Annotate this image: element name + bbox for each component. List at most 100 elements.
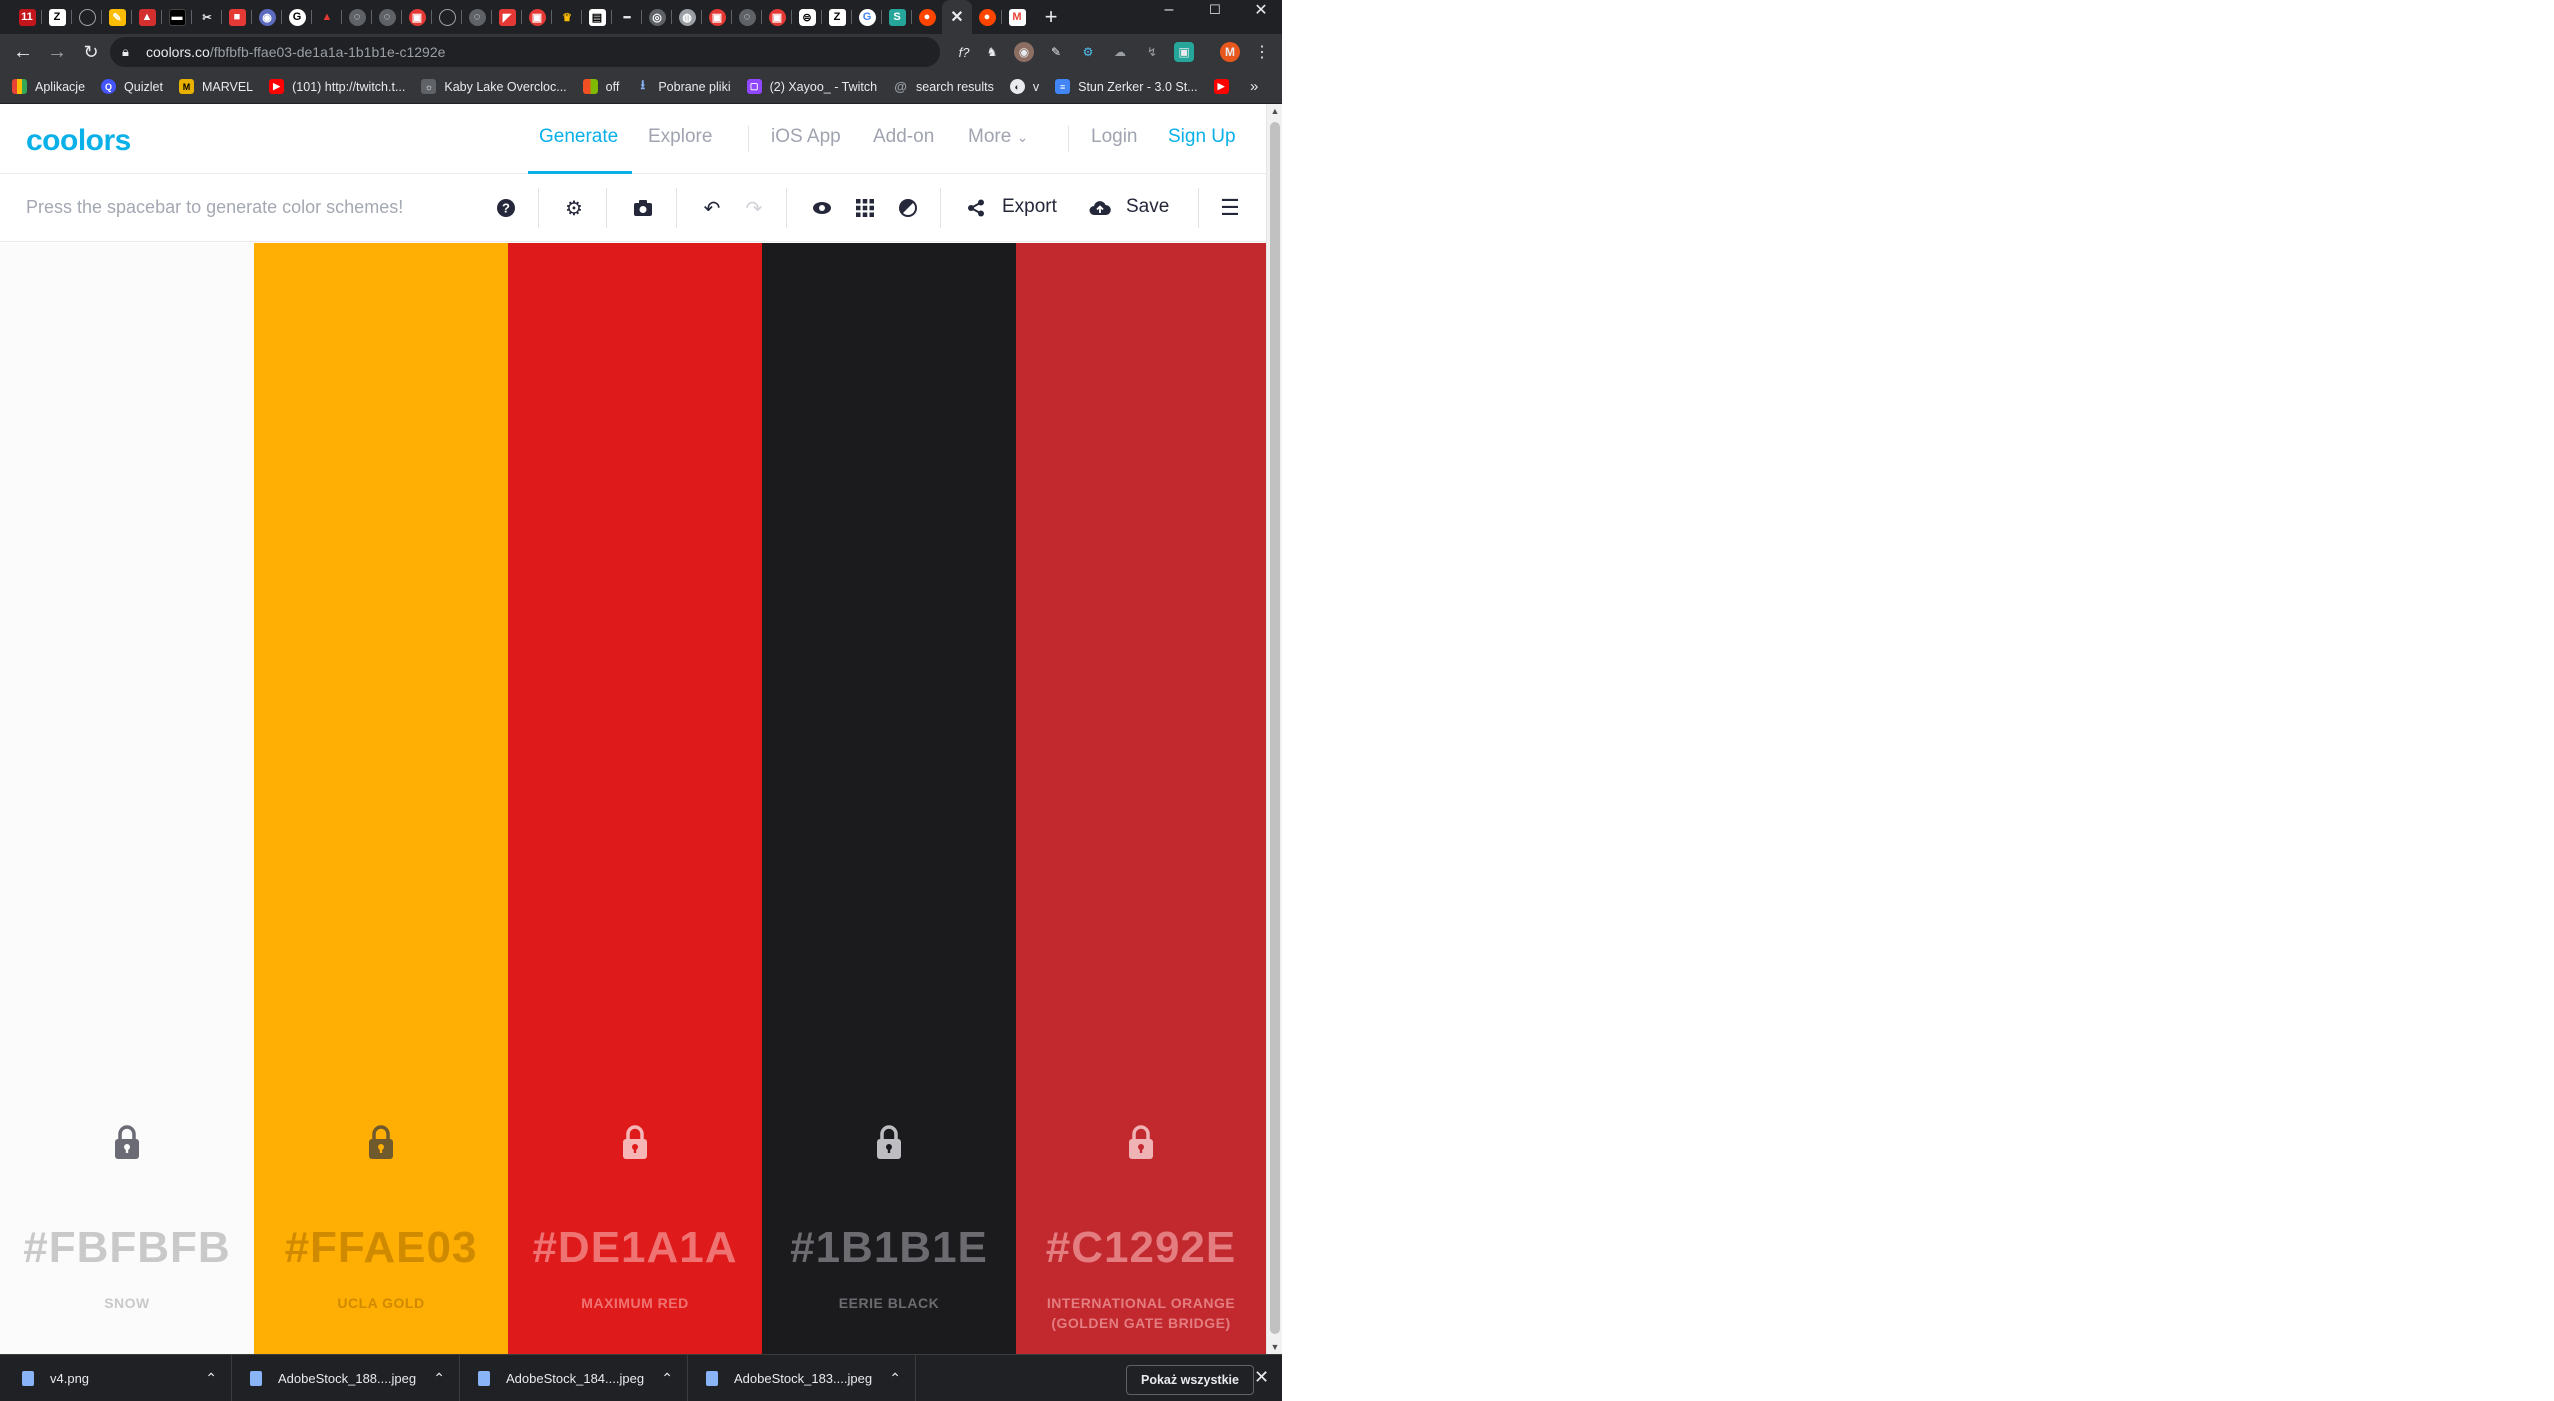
undo-icon[interactable]: ↶ bbox=[698, 194, 726, 222]
cloud-upload-icon[interactable] bbox=[1086, 194, 1114, 222]
close-window-icon[interactable]: ✕ bbox=[1238, 0, 1282, 20]
view-icon[interactable] bbox=[808, 194, 836, 222]
nav-generate[interactable]: Generate bbox=[539, 126, 618, 148]
bookmark-item[interactable]: ☼ Kaby Lake Overcloc... bbox=[421, 79, 567, 94]
download-item[interactable]: AdobeStock_184....jpeg ⌃ bbox=[460, 1355, 688, 1401]
new-tab-button[interactable]: + bbox=[1036, 0, 1066, 34]
browser-menu-icon[interactable]: ⋮ bbox=[1252, 42, 1272, 62]
extension-icon[interactable]: ✎ bbox=[1046, 42, 1066, 62]
login-link[interactable]: Login bbox=[1091, 126, 1138, 148]
bookmark-item[interactable]: ⭳ Pobrane pliki bbox=[635, 77, 731, 94]
bookmark-item[interactable]: Aplikacje bbox=[12, 79, 85, 94]
chevron-up-icon[interactable]: ⌃ bbox=[661, 1370, 673, 1387]
browser-tab[interactable]: ◌ bbox=[732, 0, 762, 34]
nav-ios-app[interactable]: iOS App bbox=[771, 126, 841, 148]
browser-tab[interactable]: S bbox=[882, 0, 912, 34]
settings-icon[interactable]: ⚙ bbox=[560, 194, 588, 222]
download-item[interactable]: AdobeStock_183....jpeg ⌃ bbox=[688, 1355, 916, 1401]
back-icon[interactable]: ← bbox=[6, 35, 40, 69]
chevron-up-icon[interactable]: ⌃ bbox=[433, 1370, 445, 1387]
browser-tab[interactable]: ✂ bbox=[192, 0, 222, 34]
hex-code[interactable]: #DE1A1A bbox=[508, 1223, 762, 1273]
browser-tab[interactable]: ■ bbox=[222, 0, 252, 34]
bookmark-item[interactable]: Q Quizlet bbox=[101, 79, 163, 94]
browser-tab[interactable]: ▣ bbox=[762, 0, 792, 34]
share-icon[interactable] bbox=[962, 194, 990, 222]
browser-tab[interactable]: ◉ bbox=[252, 0, 282, 34]
maximize-icon[interactable]: ☐ bbox=[1192, 0, 1238, 20]
bookmark-item[interactable]: @ search results bbox=[893, 79, 994, 94]
extension-icon[interactable]: ☁ bbox=[1110, 42, 1130, 62]
browser-tab[interactable]: ▣ bbox=[702, 0, 732, 34]
redo-icon[interactable]: ↷ bbox=[740, 194, 768, 222]
color-swatch[interactable]: #1B1B1E EERIE BLACK bbox=[762, 243, 1016, 1354]
browser-tab[interactable]: G bbox=[282, 0, 312, 34]
lock-icon[interactable] bbox=[111, 1123, 143, 1161]
hex-code[interactable]: #FFAE03 bbox=[254, 1223, 508, 1273]
color-swatch[interactable]: #C1292E INTERNATIONAL ORANGE (GOLDEN GATE… bbox=[1016, 243, 1266, 1354]
browser-tab[interactable]: ▬ bbox=[162, 0, 192, 34]
bookmark-item[interactable]: ▶ (101) http://twitch.t... bbox=[269, 79, 405, 94]
color-name[interactable]: EERIE BLACK bbox=[782, 1293, 996, 1313]
browser-tab[interactable]: ♛ bbox=[552, 0, 582, 34]
color-name[interactable]: SNOW bbox=[20, 1293, 234, 1313]
browser-tab[interactable]: ◌ bbox=[342, 0, 372, 34]
camera-icon[interactable] bbox=[629, 194, 657, 222]
signup-link[interactable]: Sign Up bbox=[1168, 126, 1236, 148]
color-name[interactable]: MAXIMUM RED bbox=[528, 1293, 742, 1313]
lock-icon[interactable] bbox=[1125, 1123, 1157, 1161]
help-icon[interactable]: ? bbox=[492, 194, 520, 222]
close-download-bar-icon[interactable]: ✕ bbox=[1254, 1367, 1269, 1388]
browser-tab[interactable]: ▲ bbox=[312, 0, 342, 34]
hex-code[interactable]: #C1292E bbox=[1016, 1223, 1266, 1273]
browser-tab[interactable]: ◎ bbox=[642, 0, 672, 34]
bookmark-item[interactable]: M MARVEL bbox=[178, 79, 253, 94]
browser-tab[interactable] bbox=[432, 0, 462, 34]
download-item[interactable]: v4.png ⌃ bbox=[0, 1355, 232, 1401]
page-scrollbar[interactable]: ▲ ▼ bbox=[1266, 104, 1282, 1354]
address-bar[interactable]: 🔒︎ coolors.co/fbfbfb-ffae03-de1a1a-1b1b1… bbox=[110, 37, 1034, 67]
browser-tab[interactable]: M bbox=[1002, 0, 1032, 34]
color-swatch[interactable]: #FBFBFB SNOW bbox=[0, 243, 254, 1354]
extension-icon[interactable]: ↯ bbox=[1142, 42, 1162, 62]
coolors-logo[interactable]: coolors bbox=[26, 124, 131, 158]
lock-icon[interactable] bbox=[365, 1123, 397, 1161]
bookmark-item[interactable]: ▶ bbox=[1213, 79, 1237, 94]
extension-icon[interactable]: ▣ bbox=[1174, 42, 1194, 62]
scroll-down-icon[interactable]: ▼ bbox=[1270, 1342, 1280, 1352]
browser-tab[interactable]: ◌ bbox=[462, 0, 492, 34]
browser-tab[interactable]: ━ bbox=[612, 0, 642, 34]
browser-tab[interactable]: ▲ bbox=[132, 0, 162, 34]
extension-icon[interactable]: f? bbox=[954, 42, 974, 62]
browser-tab[interactable]: G bbox=[852, 0, 882, 34]
lock-icon[interactable] bbox=[873, 1123, 905, 1161]
hex-code[interactable]: #1B1B1E bbox=[762, 1223, 1016, 1273]
save-button[interactable]: Save bbox=[1126, 196, 1169, 218]
color-name[interactable]: UCLA GOLD bbox=[274, 1293, 488, 1313]
minimize-icon[interactable]: – bbox=[1146, 0, 1192, 20]
bookmark-item[interactable]: ◐ v bbox=[1009, 79, 1039, 94]
browser-tab[interactable]: ▣ bbox=[402, 0, 432, 34]
browser-tab[interactable]: Z bbox=[42, 0, 72, 34]
browser-tab[interactable] bbox=[72, 0, 102, 34]
nav-more[interactable]: More ⌄ bbox=[968, 126, 1028, 148]
scrollbar-thumb[interactable] bbox=[1270, 122, 1280, 1334]
browser-tab[interactable]: ● bbox=[972, 0, 1002, 34]
profile-avatar[interactable]: M bbox=[1220, 42, 1240, 62]
export-button[interactable]: Export bbox=[1002, 196, 1057, 218]
scroll-up-icon[interactable]: ▲ bbox=[1270, 106, 1280, 116]
browser-tab[interactable]: ● bbox=[912, 0, 942, 34]
show-all-downloads-button[interactable]: Pokaż wszystkie bbox=[1126, 1365, 1254, 1395]
browser-tab[interactable]: ◤ bbox=[492, 0, 522, 34]
color-name[interactable]: INTERNATIONAL ORANGE (GOLDEN GATE BRIDGE… bbox=[1036, 1293, 1246, 1333]
browser-tab[interactable]: ◍ bbox=[672, 0, 702, 34]
nav-addon[interactable]: Add-on bbox=[873, 126, 934, 148]
nav-explore[interactable]: Explore bbox=[648, 126, 712, 148]
browser-tab[interactable]: Z bbox=[822, 0, 852, 34]
bookmark-item[interactable]: ▢ (2) Xayoo_ - Twitch bbox=[746, 79, 877, 94]
grid-icon[interactable] bbox=[851, 194, 879, 222]
browser-tab[interactable]: 11 bbox=[12, 0, 42, 34]
hex-code[interactable]: #FBFBFB bbox=[0, 1223, 254, 1273]
adjust-icon[interactable] bbox=[894, 194, 922, 222]
browser-tab-active[interactable]: ✕ bbox=[942, 0, 972, 34]
